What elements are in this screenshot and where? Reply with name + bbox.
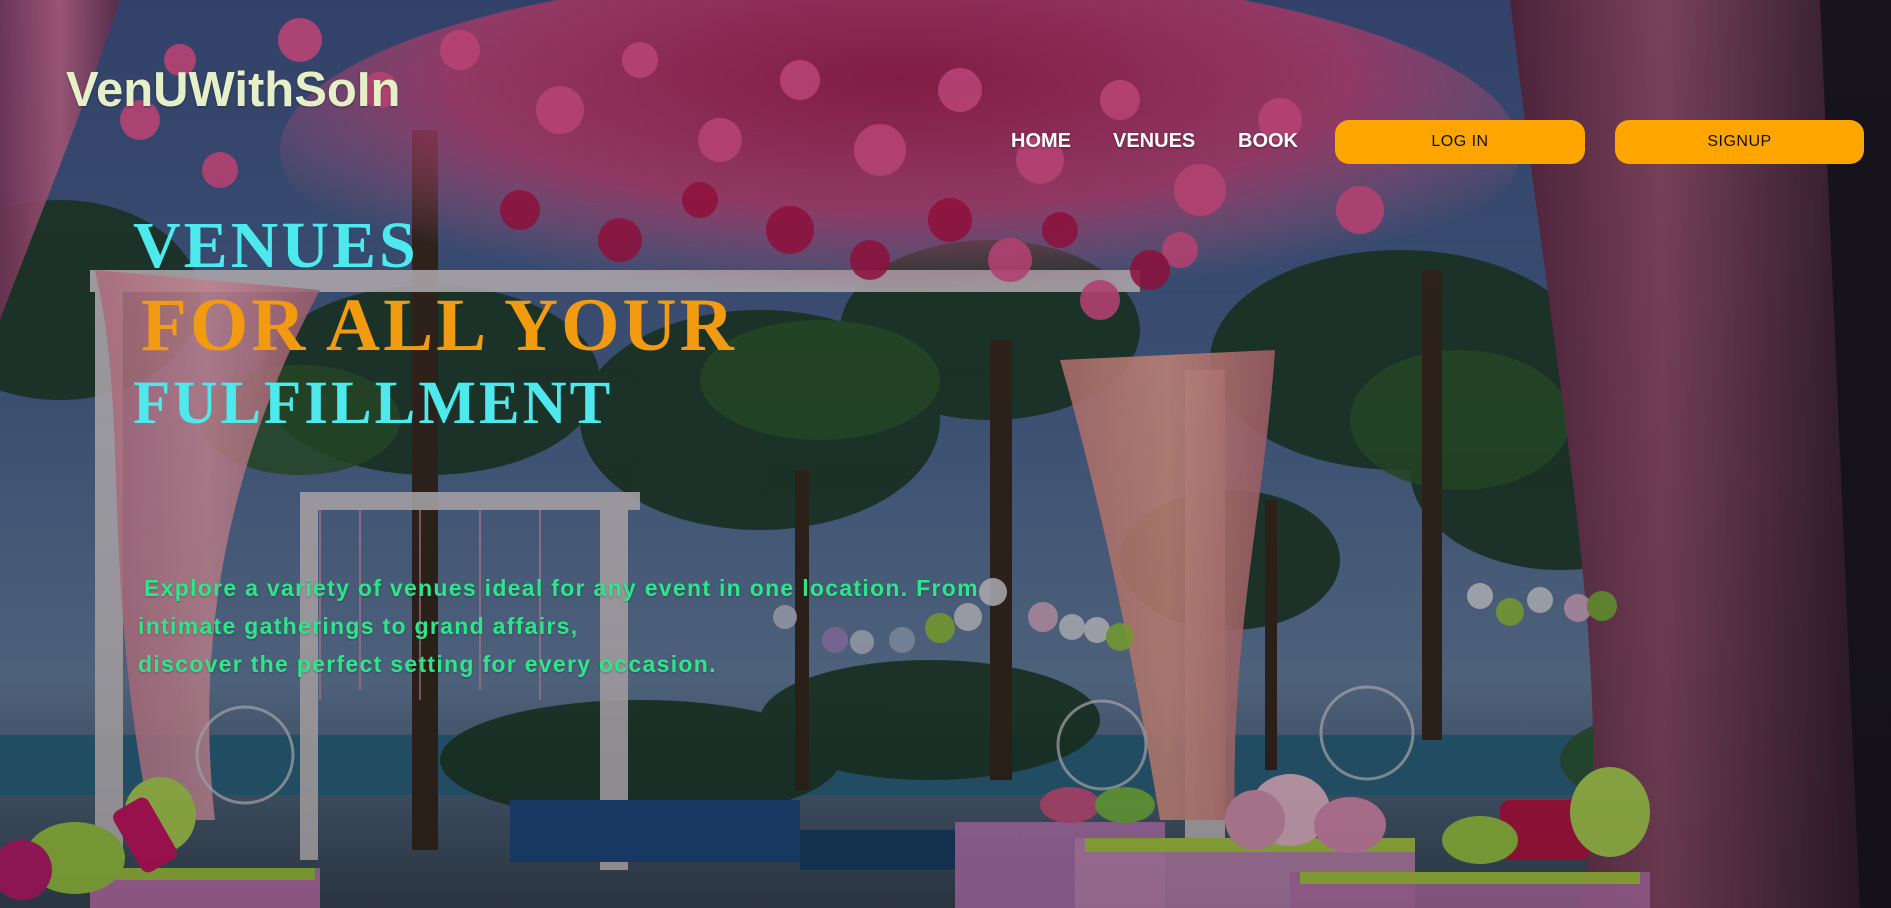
description-line-2: intimate gatherings to grand affairs, [138, 613, 579, 639]
hero-description: Explore a variety of venues ideal for an… [138, 569, 1118, 683]
nav-link-book[interactable]: BOOK [1238, 129, 1298, 153]
description-line-3: discover the perfect setting for every o… [138, 651, 717, 677]
headline-line-venues: VENUES [133, 209, 419, 282]
nav-link-home[interactable]: HOME [1011, 129, 1071, 153]
headline-line-for-all-your: FOR ALL YOUR [141, 284, 737, 367]
nav-link-venues[interactable]: VENUES [1113, 129, 1195, 153]
hero-section: VenUWithSoIn HOME VENUES BOOK LOG IN SIG… [0, 0, 1891, 908]
hero-headline: VENUES FOR ALL YOUR FULFILLMENT [133, 208, 737, 440]
brand-logo[interactable]: VenUWithSoIn [66, 62, 400, 118]
login-button[interactable]: LOG IN [1335, 120, 1585, 164]
main-nav: HOME VENUES BOOK LOG IN SIGNUP [0, 120, 1891, 166]
description-line-1: Explore a variety of venues ideal for an… [144, 575, 979, 601]
signup-button[interactable]: SIGNUP [1615, 120, 1864, 164]
headline-line-fulfillment: FULFILLMENT [133, 370, 614, 437]
